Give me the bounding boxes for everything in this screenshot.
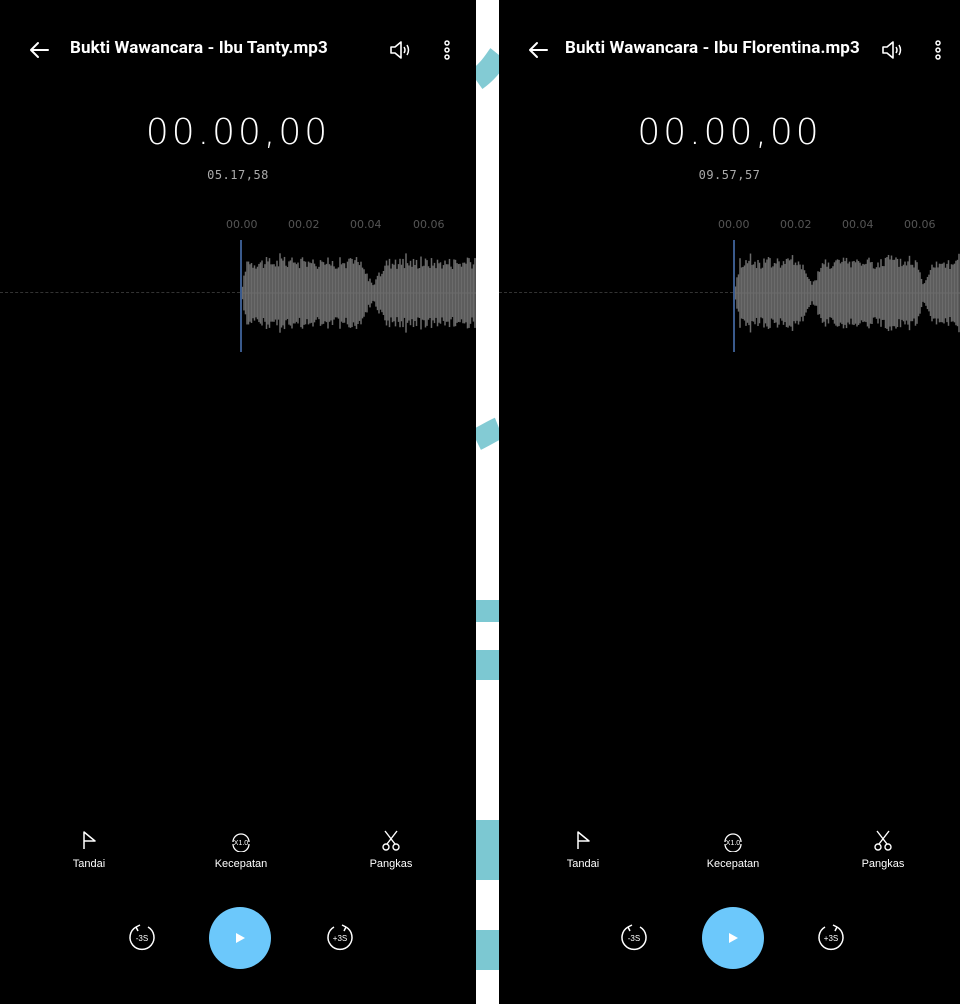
- timeline-tick: 00.00: [226, 218, 258, 231]
- mark-label: Tandai: [566, 858, 600, 870]
- top-bar: Bukti Wawancara - Ibu Tanty.mp3: [0, 0, 476, 100]
- timeline-tick: 00.06: [413, 218, 445, 231]
- timeline-tick: 00.04: [350, 218, 382, 231]
- rewind-label: -3S: [628, 934, 640, 943]
- file-title: Bukti Wawancara - Ibu Florentina.mp3: [565, 38, 860, 58]
- speed-button[interactable]: X1.0 Kecepatan: [693, 828, 773, 870]
- trim-label: Pangkas: [861, 858, 905, 870]
- rewind-3s-button[interactable]: -3S: [127, 922, 157, 952]
- waveform[interactable]: [241, 250, 476, 336]
- scissors-icon: [382, 830, 400, 851]
- play-icon: [236, 933, 245, 943]
- rewind-label: -3S: [136, 934, 148, 943]
- trim-button[interactable]: Pangkas: [843, 828, 923, 870]
- mark-label: Tandai: [72, 858, 106, 870]
- playhead[interactable]: [240, 240, 242, 352]
- back-arrow-icon[interactable]: [26, 37, 52, 63]
- forward-3s-button[interactable]: +3S: [325, 922, 355, 952]
- rewind-3s-button[interactable]: -3S: [619, 922, 649, 952]
- trim-label: Pangkas: [369, 858, 413, 870]
- speed-icon: X1.0: [232, 833, 250, 852]
- mark-button[interactable]: Tandai: [543, 828, 623, 870]
- top-bar: Bukti Wawancara - Ibu Florentina.mp3: [499, 0, 960, 100]
- scissors-icon: [874, 830, 892, 851]
- speaker-icon[interactable]: [387, 37, 413, 63]
- more-options-icon[interactable]: [440, 38, 454, 62]
- playhead[interactable]: [733, 240, 735, 352]
- current-time: 00.00,00: [145, 112, 331, 153]
- play-icon: [729, 933, 738, 943]
- speed-label: Kecepatan: [214, 858, 268, 870]
- recorder-screen-left: Bukti Wawancara - Ibu Tanty.mp3 00.00,00…: [0, 0, 476, 1004]
- more-options-icon[interactable]: [931, 38, 945, 62]
- speed-button[interactable]: X1.0 Kecepatan: [201, 828, 281, 870]
- total-duration: 09.57,57: [698, 168, 761, 182]
- forward-label: +3S: [333, 934, 347, 943]
- speed-badge: X1.0: [726, 840, 741, 847]
- empty-baseline: [499, 292, 733, 293]
- mark-button[interactable]: Tandai: [49, 828, 129, 870]
- flag-icon: [83, 831, 96, 849]
- empty-baseline: [0, 292, 240, 293]
- timeline-tick: 00.06: [904, 218, 936, 231]
- waveform[interactable]: [734, 250, 960, 336]
- file-title: Bukti Wawancara - Ibu Tanty.mp3: [70, 38, 328, 58]
- play-button[interactable]: [702, 907, 764, 969]
- recorder-screen-right: Bukti Wawancara - Ibu Florentina.mp3 00.…: [499, 0, 960, 1004]
- forward-label: +3S: [824, 934, 838, 943]
- current-time: 00.00,00: [637, 112, 822, 153]
- total-duration: 05.17,58: [207, 168, 269, 182]
- trim-button[interactable]: Pangkas: [351, 828, 431, 870]
- timeline-tick: 00.02: [288, 218, 320, 231]
- timeline-tick: 00.02: [780, 218, 812, 231]
- speed-label: Kecepatan: [706, 858, 760, 870]
- timeline-tick: 00.00: [718, 218, 750, 231]
- forward-3s-button[interactable]: +3S: [816, 922, 846, 952]
- back-arrow-icon[interactable]: [525, 37, 551, 63]
- speed-icon: X1.0: [724, 833, 742, 852]
- speaker-icon[interactable]: [879, 37, 905, 63]
- play-button[interactable]: [209, 907, 271, 969]
- speed-badge: X1.0: [234, 840, 249, 847]
- timeline-tick: 00.04: [842, 218, 874, 231]
- flag-icon: [577, 831, 590, 849]
